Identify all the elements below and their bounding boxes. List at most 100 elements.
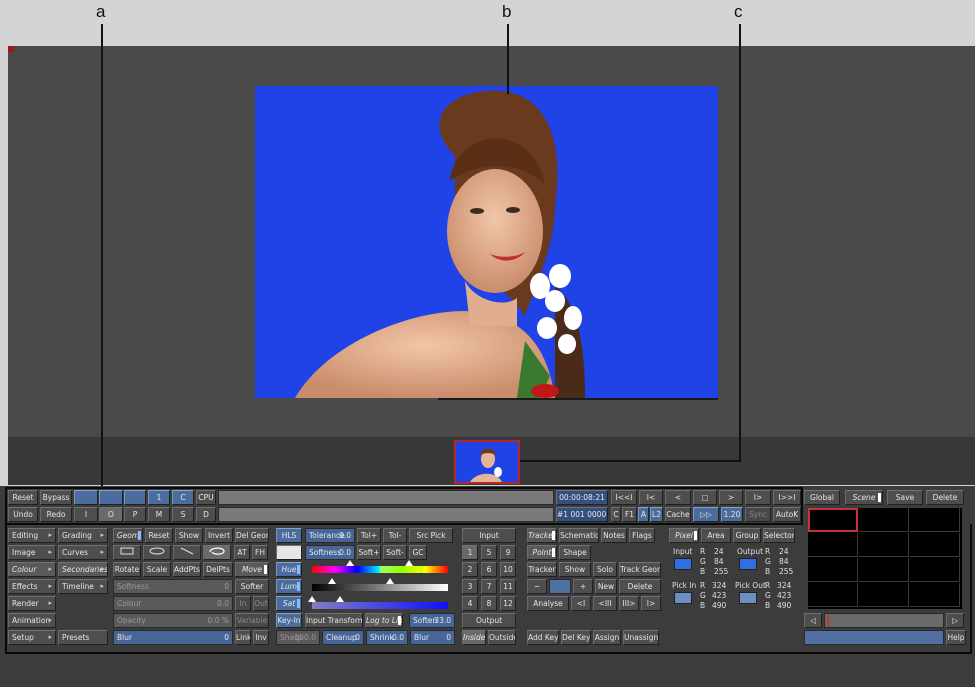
shape-button[interactable]: Shape — [559, 545, 591, 560]
menu-colour[interactable]: Colour ▸ — [8, 562, 56, 577]
geom-button[interactable]: Geom — [113, 528, 143, 543]
global-button[interactable]: Global — [804, 490, 840, 505]
sat-high-handle[interactable] — [336, 596, 344, 602]
scene-cell[interactable] — [808, 583, 858, 607]
scene-cell[interactable] — [808, 533, 858, 557]
variable-button[interactable]: Variable — [235, 613, 269, 628]
scene-cell[interactable] — [859, 508, 909, 532]
key-in-button[interactable]: Key-In — [276, 613, 302, 628]
thumbnail[interactable] — [454, 440, 520, 484]
geom-invert-button[interactable]: Invert — [205, 528, 233, 543]
presets-button[interactable]: Presets — [58, 630, 108, 645]
in-toggle[interactable]: In — [235, 596, 251, 611]
tracker-show-button[interactable]: Show — [559, 562, 591, 577]
viewer-image[interactable] — [255, 86, 718, 398]
tracker-minus-button[interactable]: − — [527, 579, 547, 594]
scene-cell[interactable] — [910, 558, 960, 582]
tab-flags[interactable]: Flags — [629, 528, 655, 543]
key-blur-slider[interactable]: Blur 0 — [410, 630, 455, 645]
scale-button[interactable]: Scale — [143, 562, 171, 577]
track-geom-button[interactable]: Track Geom — [619, 562, 661, 577]
geom-blur-slider[interactable]: Blur 0 — [113, 630, 233, 645]
menu-grading[interactable]: Grading ▸ — [58, 528, 108, 543]
geom-opacity-slider[interactable]: Opacity 0.0 % — [113, 613, 233, 628]
tab-tracker[interactable]: Tracker — [527, 528, 557, 543]
shape-freehand-button[interactable] — [203, 545, 231, 560]
softer-button[interactable]: Softer — [235, 579, 269, 594]
input-transform-button[interactable]: Input Transform — [305, 613, 363, 628]
add-points-button[interactable]: AddPts — [173, 562, 201, 577]
input-slot-12[interactable]: 12 — [500, 596, 516, 611]
tracker-button[interactable]: Tracker — [527, 562, 557, 577]
unassign-button[interactable]: Unassign — [623, 630, 659, 645]
menu-animation[interactable]: Animation ▸ — [8, 613, 56, 628]
hue-high-handle[interactable] — [405, 560, 413, 566]
outside-button[interactable]: Outside — [488, 630, 516, 645]
geom-colour-slider[interactable]: Colour 0.0 — [113, 596, 233, 611]
track-first-button[interactable]: <I — [571, 596, 591, 611]
tracker-value-field[interactable] — [549, 579, 571, 594]
log-to-lin-button[interactable]: Log to Lin — [365, 613, 403, 628]
tolerance-slider[interactable]: Tolerance 0.0 — [305, 528, 355, 543]
menu-curves[interactable]: Curves ▸ — [58, 545, 108, 560]
tab-schematic[interactable]: Schematic — [559, 528, 599, 543]
tracker-plus-button[interactable]: + — [573, 579, 593, 594]
assign-button[interactable]: Assign — [593, 630, 621, 645]
add-key-button[interactable]: Add Key — [527, 630, 559, 645]
menu-image[interactable]: Image ▸ — [8, 545, 56, 560]
delete-scene-button[interactable]: Delete — [926, 490, 964, 505]
point-button[interactable]: Point — [527, 545, 557, 560]
delete-points-button[interactable]: DelPts — [203, 562, 233, 577]
cleanup-slider[interactable]: Cleanup 0 — [322, 630, 364, 645]
input-slot-9[interactable]: 9 — [500, 545, 516, 560]
del-geom-button[interactable]: Del Geom — [235, 528, 269, 543]
sharp-slider[interactable]: Sharp 100.0 — [276, 630, 320, 645]
move-button[interactable]: Move — [235, 562, 269, 577]
scene-cell[interactable] — [910, 533, 960, 557]
scene-button[interactable]: Scene — [845, 490, 883, 505]
input-slot-2[interactable]: 2 — [462, 562, 478, 577]
sat-button[interactable]: Sat — [276, 596, 302, 611]
menu-setup[interactable]: Setup ▸ — [8, 630, 56, 645]
shape-line-button[interactable] — [173, 545, 201, 560]
tracker-new-button[interactable]: New — [595, 579, 617, 594]
track-back-button[interactable]: <III — [593, 596, 617, 611]
scene-grid[interactable] — [808, 508, 962, 609]
input-slot-8[interactable]: 8 — [481, 596, 497, 611]
area-button[interactable]: Area — [701, 528, 731, 543]
scene-cell[interactable] — [910, 583, 960, 607]
scene-next-button[interactable]: ▷ — [946, 613, 964, 628]
sat-low-handle[interactable] — [308, 596, 316, 602]
input-slot-6[interactable]: 6 — [481, 562, 497, 577]
rotate-button[interactable]: Rotate — [113, 562, 141, 577]
gc-button[interactable]: GC — [409, 545, 427, 560]
solo-button[interactable]: Solo — [593, 562, 617, 577]
selector-button[interactable]: Selector — [763, 528, 795, 543]
tol-minus-button[interactable]: Tol- — [383, 528, 407, 543]
menu-render[interactable]: Render ▸ — [8, 596, 56, 611]
lum-high-handle[interactable] — [386, 578, 394, 584]
input-slot-11[interactable]: 11 — [500, 579, 516, 594]
inside-button[interactable]: Inside — [462, 630, 486, 645]
lum-low-handle[interactable] — [328, 578, 336, 584]
group-button[interactable]: Group — [733, 528, 761, 543]
src-pick-button[interactable]: Src Pick — [409, 528, 453, 543]
input-slot-7[interactable]: 7 — [481, 579, 497, 594]
scene-cell[interactable] — [859, 533, 909, 557]
fh-button[interactable]: FH — [252, 545, 268, 560]
geom-reset-button[interactable]: Reset — [145, 528, 173, 543]
geom-softness-slider[interactable]: Softness 0 — [113, 579, 233, 594]
del-key-button[interactable]: Del Key — [561, 630, 591, 645]
tol-plus-button[interactable]: Tol+ — [357, 528, 381, 543]
key-colour-swatch[interactable] — [276, 545, 302, 560]
input-slot-5[interactable]: 5 — [481, 545, 497, 560]
soft-minus-button[interactable]: Soft- — [383, 545, 407, 560]
scene-cell[interactable] — [859, 583, 909, 607]
save-button[interactable]: Save — [887, 490, 923, 505]
menu-timeline[interactable]: Timeline ▸ — [58, 579, 108, 594]
tab-notes[interactable]: Notes — [601, 528, 627, 543]
scene-prev-button[interactable]: ◁ — [804, 613, 822, 628]
soften-slider[interactable]: Soften 33.0 — [409, 613, 455, 628]
scene-scrollbar[interactable] — [824, 613, 944, 628]
pixel-button[interactable]: Pixel — [669, 528, 699, 543]
